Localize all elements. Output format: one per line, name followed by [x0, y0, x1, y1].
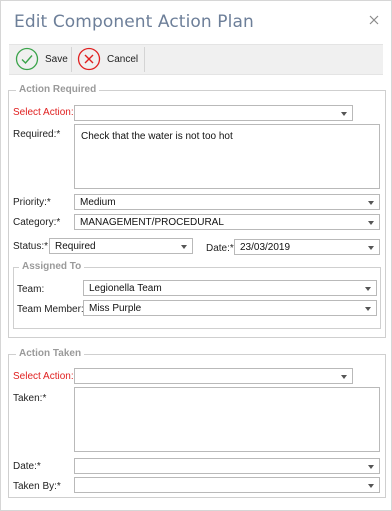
chevron-down-icon	[368, 484, 374, 488]
team-dropdown[interactable]: Legionella Team	[83, 280, 377, 296]
taken-label: Taken:*	[13, 393, 47, 404]
category-dropdown[interactable]: MANAGEMENT/PROCEDURAL	[74, 214, 380, 230]
select-action-dropdown[interactable]	[74, 105, 353, 121]
chevron-down-icon	[181, 245, 187, 249]
date-label: Date:*	[206, 243, 234, 254]
status-dropdown[interactable]: Required	[49, 238, 193, 254]
taken-textarea[interactable]	[74, 387, 380, 452]
assigned-to-legend: Assigned To	[19, 261, 85, 272]
team-member-label: Team Member:	[17, 304, 84, 315]
chevron-down-icon	[368, 221, 374, 225]
check-circle-icon	[15, 47, 39, 71]
save-button[interactable]: Save	[11, 45, 71, 74]
chevron-down-icon	[365, 287, 371, 291]
dialog-titlebar: Edit Component Action Plan	[1, 1, 391, 41]
chevron-down-icon	[368, 465, 374, 469]
required-label: Required:*	[13, 129, 61, 140]
cancel-label: Cancel	[107, 54, 139, 65]
date-picker[interactable]: 23/03/2019	[234, 239, 380, 255]
save-label: Save	[45, 54, 68, 65]
chevron-down-icon	[365, 307, 371, 311]
action-taken-legend: Action Taken	[16, 348, 85, 359]
x-circle-icon	[77, 47, 101, 71]
taken-select-action-dropdown[interactable]	[74, 368, 353, 384]
team-label: Team:	[17, 284, 45, 295]
status-label: Status:*	[13, 241, 49, 252]
taken-by-label: Taken By:*	[13, 481, 61, 492]
toolbar-separator	[144, 47, 145, 72]
toolbar-separator	[71, 47, 72, 72]
taken-date-label: Date:*	[13, 461, 41, 472]
category-label: Category:*	[13, 217, 61, 228]
assigned-to-group: Assigned To	[13, 261, 381, 329]
close-icon[interactable]	[367, 13, 381, 27]
priority-dropdown[interactable]: Medium	[74, 194, 380, 210]
team-member-dropdown[interactable]: Miss Purple	[83, 300, 377, 316]
chevron-down-icon	[368, 246, 374, 250]
required-textarea[interactable]: Check that the water is not too hot	[74, 124, 380, 189]
chevron-down-icon	[341, 375, 347, 379]
dialog-title: Edit Component Action Plan	[14, 12, 254, 32]
cancel-button[interactable]: Cancel	[73, 45, 143, 74]
action-required-legend: Action Required	[16, 84, 100, 95]
chevron-down-icon	[341, 112, 347, 116]
taken-by-dropdown[interactable]	[74, 477, 380, 493]
edit-action-plan-dialog: Edit Component Action Plan Save Cancel A…	[0, 0, 392, 511]
select-action-label: Select Action:	[13, 107, 74, 118]
toolbar: Save Cancel	[9, 44, 383, 75]
taken-date-picker[interactable]	[74, 458, 380, 474]
chevron-down-icon	[368, 201, 374, 205]
taken-select-action-label: Select Action:	[13, 371, 74, 382]
priority-label: Priority:*	[13, 197, 51, 208]
